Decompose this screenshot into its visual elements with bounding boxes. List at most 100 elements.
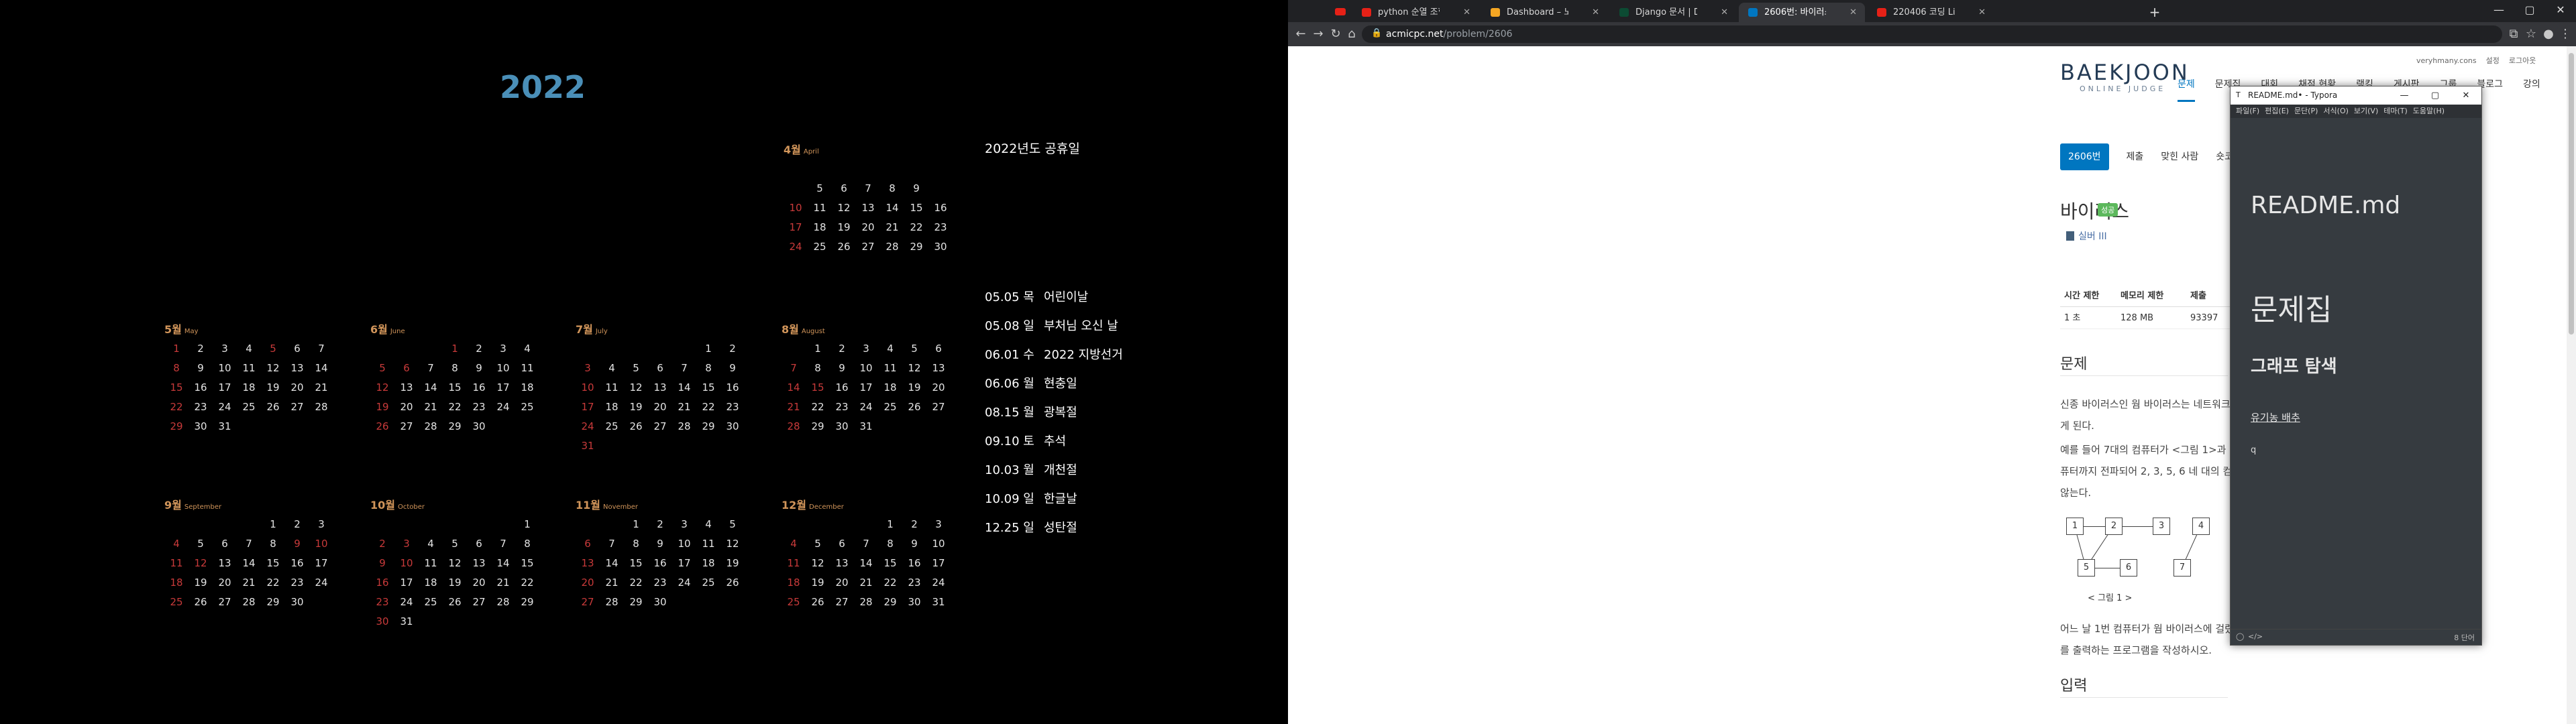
day-cell: 29 [521, 596, 534, 608]
day-cell: 15 [266, 557, 280, 569]
forward-icon[interactable]: → [1311, 27, 1326, 42]
typora-close-button[interactable]: ✕ [2451, 86, 2481, 105]
extensions-icon[interactable]: ⧉ [2506, 27, 2521, 42]
util-link[interactable]: 설정 [2486, 56, 2500, 65]
section-input-title: 입력 [2060, 678, 2088, 695]
graph-node: 4 [2192, 518, 2210, 535]
tab-close-icon[interactable]: ✕ [1463, 3, 1470, 22]
browser-tab[interactable]: 220406 코딩 Live 강의 Python ✕ [1868, 3, 1994, 22]
day-cell: 10 [678, 538, 691, 550]
util-link[interactable]: veryhmany.cons [2416, 56, 2477, 65]
address-bar[interactable]: 🔒 acmicpc.net/problem/2606 [1362, 25, 2502, 43]
scroll-thumb[interactable] [2569, 53, 2574, 335]
typora-titlebar[interactable]: T README.md• - Typora — ▢ ✕ [2231, 86, 2481, 105]
source-mode-icon[interactable]: </> [2248, 632, 2263, 641]
problem-paragraph-1: 신종 바이러스인 웜 바이러스는 네트워크를 통해 전파된다. 한 컴퓨터가 웜… [2060, 398, 2237, 432]
day-cell: 24 [496, 401, 510, 413]
day-cell [491, 515, 515, 534]
day-cell: 18 [605, 401, 619, 413]
typora-menu-item[interactable]: 보기(V) [2354, 105, 2378, 118]
doc-paragraph[interactable]: q [2251, 445, 2256, 455]
problem-tab[interactable]: 2606번 [2060, 143, 2109, 170]
youtube-pinned-icon[interactable] [1335, 8, 1346, 15]
doc-link[interactable]: 유기농 배추 [2251, 410, 2300, 424]
tier-label[interactable]: 실버 III [2066, 229, 2107, 243]
day-cell: 5 [633, 362, 639, 374]
day-cell: 1 [270, 518, 276, 530]
typora-minimize-button[interactable]: — [2389, 86, 2420, 105]
typora-menu-item[interactable]: 파일(F) [2236, 105, 2259, 118]
typora-menu-item[interactable]: 도움말(H) [2413, 105, 2445, 118]
back-icon[interactable]: ← [1293, 27, 1308, 42]
day-cell: 19 [837, 221, 851, 233]
browser-tab[interactable]: 2606번: 바이러스 ✕ [1739, 3, 1865, 22]
day-cell: 17 [581, 401, 594, 413]
day-cell: 9 [729, 362, 736, 374]
day-cell: 25 [702, 577, 715, 589]
day-cell: 21 [678, 401, 691, 413]
day-cell: 23 [653, 577, 667, 589]
util-link[interactable]: 로그아웃 [2509, 56, 2536, 65]
profile-icon[interactable]: ● [2541, 27, 2556, 42]
maximize-button[interactable]: ▢ [2514, 0, 2545, 22]
day-cell: 31 [218, 420, 231, 432]
day-cell: 7 [500, 538, 506, 550]
tab-close-icon[interactable]: ✕ [1592, 3, 1599, 22]
minimize-button[interactable]: — [2483, 0, 2514, 22]
doc-heading-graph[interactable]: 그래프 탐색 [2251, 353, 2337, 377]
day-cell: 2 [379, 538, 386, 550]
site-logo-text[interactable]: BAEKJOON [2060, 60, 2190, 85]
new-tab-button[interactable]: + [2145, 3, 2164, 21]
problem-tab[interactable]: 맞힌 사람 [2161, 143, 2198, 170]
day-cell: 12 [194, 557, 207, 569]
word-count[interactable]: 8 단어 [2454, 632, 2475, 643]
browser-tab[interactable]: python 순열 조합 - YouTube ✕ [1352, 3, 1479, 22]
nav-item[interactable]: 강의 [2523, 77, 2540, 102]
outline-toggle-icon[interactable]: ◯ [2236, 632, 2244, 641]
doc-heading-readme[interactable]: README.md [2251, 192, 2400, 219]
day-cell: 28 [885, 241, 899, 253]
day-cell: 28 [605, 596, 619, 608]
browser-tab[interactable]: Django 문서 | Django 문서 | Dj ✕ [1610, 3, 1736, 22]
day-cell: 8 [524, 538, 531, 550]
typora-maximize-button[interactable]: ▢ [2420, 86, 2451, 105]
typora-menu-item[interactable]: 서식(O) [2323, 105, 2348, 118]
problem-tab[interactable]: 제출 [2127, 143, 2144, 170]
day-cell: 1 [705, 343, 712, 355]
nav-item[interactable]: 문제 [2178, 77, 2195, 102]
day-cell: 14 [787, 381, 800, 394]
typora-window[interactable]: T README.md• - Typora — ▢ ✕ 파일(F) 편집(E) 문단… [2230, 86, 2482, 646]
typora-editor[interactable]: README.md 문제집 그래프 탐색 유기농 배추 q [2231, 118, 2481, 630]
day-cell: 12 [448, 557, 462, 569]
tab-close-icon[interactable]: ✕ [1978, 3, 1986, 22]
typora-statusbar: ◯ </> 8 단어 [2231, 629, 2481, 645]
home-icon[interactable]: ⌂ [1344, 27, 1359, 42]
day-cell: 16 [934, 202, 947, 214]
day-cell: 3 [935, 518, 942, 530]
graph-node: 1 [2066, 518, 2084, 535]
doc-heading-problemset[interactable]: 문제집 [2251, 286, 2332, 328]
tab-close-icon[interactable]: ✕ [1849, 3, 1857, 22]
page-scrollbar[interactable] [2567, 46, 2576, 724]
typora-menu-item[interactable]: 편집(E) [2265, 105, 2289, 118]
day-cell: 15 [629, 557, 643, 569]
day-cell: 16 [653, 557, 667, 569]
day-cell: 15 [883, 557, 897, 569]
day-cell: 28 [315, 401, 328, 413]
typora-menu-item[interactable]: 테마(T) [2383, 105, 2408, 118]
day-cell: 24 [789, 241, 802, 253]
menu-icon[interactable]: ⋮ [2558, 27, 2573, 42]
day-cell: 24 [581, 420, 594, 432]
holiday-item: 06.01 수 2022 지방선거 [985, 348, 1123, 362]
reload-icon[interactable]: ↻ [1328, 27, 1343, 42]
day-grid: 1 2 3 4 5 6 7 8 9 10 11 12 13 14 15 16 17 18 19 20 21 22 23 24 2… [576, 515, 743, 612]
day-cell: 27 [218, 596, 231, 608]
bookmark-star-icon[interactable]: ☆ [2524, 27, 2538, 42]
tab-close-icon[interactable]: ✕ [1721, 3, 1728, 22]
day-cell [237, 515, 261, 534]
close-button[interactable]: ✕ [2545, 0, 2576, 22]
day-cell: 16 [835, 381, 849, 394]
typora-menu-item[interactable]: 문단(P) [2294, 105, 2318, 118]
day-cell: 9 [911, 538, 918, 550]
browser-tab[interactable]: Dashboard – 노마드 코더 Nomad ✕ [1481, 3, 1607, 22]
